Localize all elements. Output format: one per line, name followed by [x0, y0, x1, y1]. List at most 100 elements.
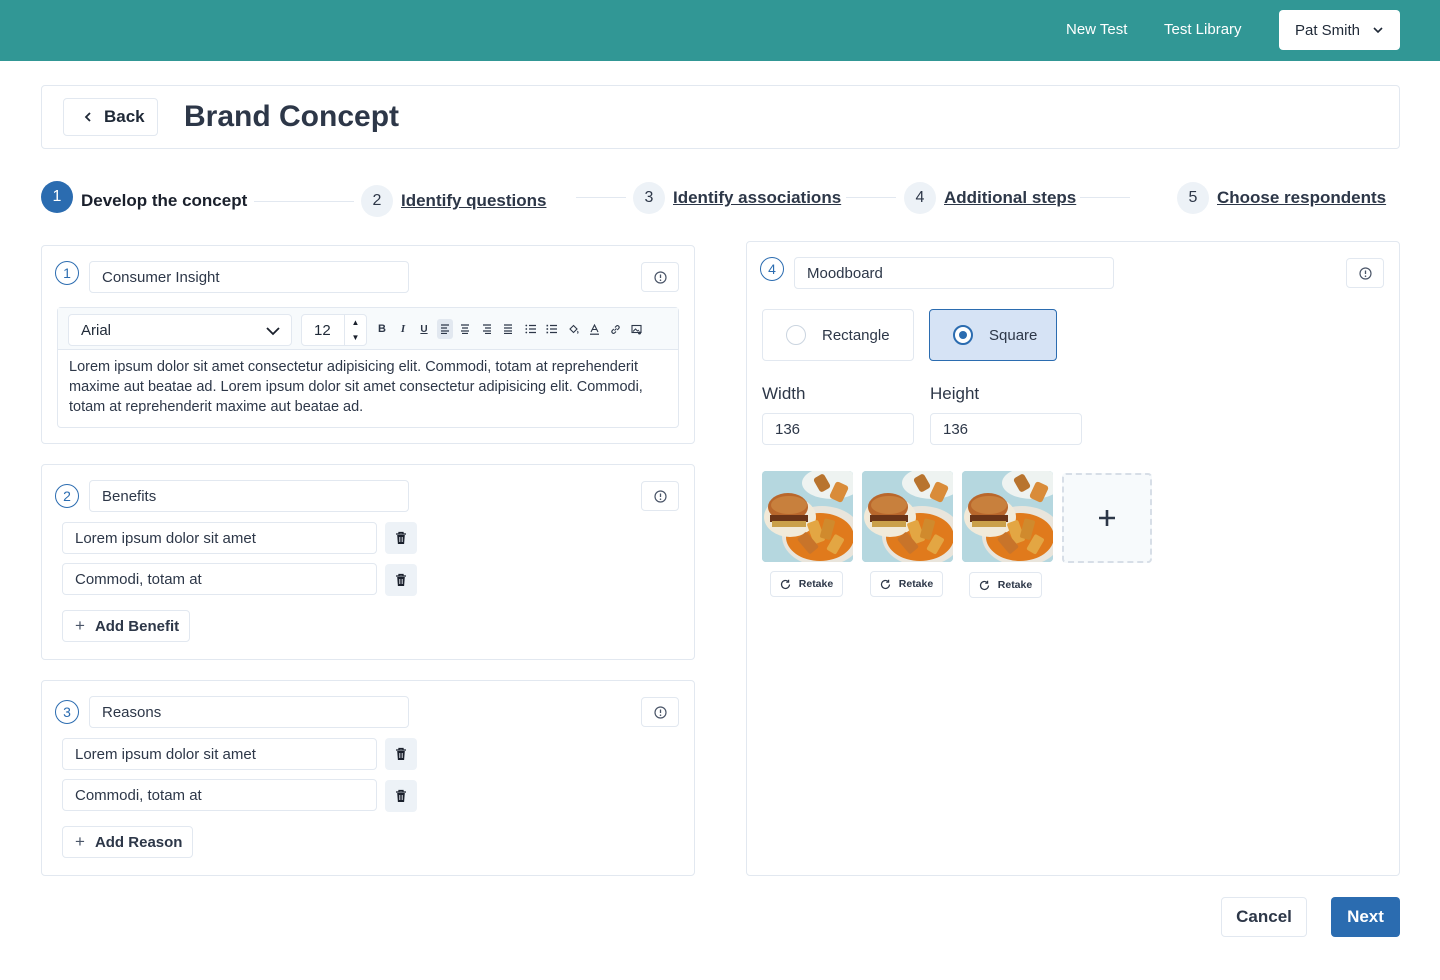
italic-icon[interactable]: I: [395, 320, 411, 338]
info-icon: [653, 705, 667, 719]
info-button[interactable]: [641, 697, 679, 727]
back-button[interactable]: Back: [63, 98, 158, 136]
retake-label: Retake: [997, 579, 1033, 591]
delete-reason-button[interactable]: [385, 780, 417, 812]
step-3[interactable]: 3 Identify associations: [633, 182, 841, 214]
nav-test-library-link[interactable]: Test Library: [1164, 21, 1242, 38]
delete-reason-button[interactable]: [385, 738, 417, 770]
link-icon[interactable]: [607, 320, 623, 338]
retake-button[interactable]: Retake: [770, 571, 843, 597]
section-number: 3: [55, 700, 79, 724]
step-2[interactable]: 2 Identify questions: [361, 185, 546, 217]
trash-icon: [396, 573, 406, 586]
retake-label: Retake: [898, 578, 934, 590]
retake-button[interactable]: Retake: [969, 572, 1042, 598]
add-reason-label: Add Reason: [94, 833, 183, 851]
step-connector: [1080, 197, 1130, 198]
image-icon[interactable]: [628, 320, 644, 338]
step-connector: [576, 197, 626, 198]
step-5[interactable]: 5 Choose respondents: [1177, 182, 1386, 214]
section-title-input[interactable]: Consumer Insight: [89, 261, 409, 293]
plus-icon: +: [75, 616, 85, 635]
step-number: 3: [633, 182, 665, 214]
width-input[interactable]: 136: [762, 413, 914, 445]
increment-icon[interactable]: ▲: [345, 315, 366, 330]
section-title-input[interactable]: Reasons: [89, 696, 409, 728]
fill-color-icon[interactable]: [565, 320, 581, 338]
delete-benefit-button[interactable]: [385, 564, 417, 596]
page-header: Back Brand Concept: [41, 85, 1400, 149]
underline-icon[interactable]: U: [416, 320, 432, 338]
benefit-input[interactable]: Commodi, totam at: [62, 563, 377, 595]
food-photo-icon: [962, 471, 1053, 562]
align-justify-icon[interactable]: [500, 320, 516, 338]
editor-toolbar: Arial 12 ▲ ▼ B I U: [58, 308, 678, 350]
step-1: 1 Develop the concept: [41, 181, 247, 213]
benefit-input[interactable]: Lorem ipsum dolor sit amet: [62, 522, 377, 554]
decrement-icon[interactable]: ▼: [345, 330, 366, 345]
step-label[interactable]: Identify associations: [673, 188, 841, 208]
reason-input[interactable]: Commodi, totam at: [62, 779, 377, 811]
moodboard-image[interactable]: [962, 471, 1053, 562]
section-title-input[interactable]: Moodboard: [794, 257, 1114, 289]
height-input[interactable]: 136: [930, 413, 1082, 445]
align-right-icon[interactable]: [479, 320, 495, 338]
info-icon: [1358, 266, 1372, 280]
step-label[interactable]: Identify questions: [401, 191, 546, 211]
step-label[interactable]: Choose respondents: [1217, 188, 1386, 208]
font-size-input[interactable]: 12 ▲ ▼: [301, 314, 367, 346]
rich-text-editor[interactable]: Arial 12 ▲ ▼ B I U Lorem ipsum dolor sit…: [57, 307, 679, 428]
moodboard-image[interactable]: [862, 471, 953, 562]
step-label: Develop the concept: [81, 191, 248, 210]
shape-option-label: Rectangle: [822, 326, 890, 344]
step-number: 4: [904, 182, 936, 214]
add-benefit-button[interactable]: + Add Benefit: [62, 610, 191, 642]
add-image-button[interactable]: [1062, 473, 1152, 563]
trash-icon: [396, 531, 406, 544]
user-menu-button[interactable]: Pat Smith: [1279, 10, 1400, 50]
section-title-input[interactable]: Benefits: [89, 480, 409, 512]
benefits-card: 2 Benefits Lorem ipsum dolor sit amet Co…: [41, 464, 695, 660]
section-number: 2: [55, 484, 79, 508]
font-size-value: 12: [314, 321, 331, 339]
info-button[interactable]: [641, 481, 679, 511]
text-color-icon[interactable]: [586, 320, 602, 338]
editor-content[interactable]: Lorem ipsum dolor sit amet consectetur a…: [69, 357, 669, 417]
section-number: 4: [760, 257, 784, 281]
nav-new-test-link[interactable]: New Test: [1066, 21, 1127, 38]
back-label: Back: [104, 107, 145, 126]
radio-button-selected[interactable]: [953, 325, 973, 345]
ordered-list-icon[interactable]: [522, 320, 538, 338]
shape-option-rectangle[interactable]: Rectangle: [762, 309, 914, 361]
font-family-select[interactable]: Arial: [68, 314, 292, 346]
retake-button[interactable]: Retake: [870, 571, 943, 597]
radio-button[interactable]: [786, 325, 806, 345]
trash-icon: [396, 789, 406, 802]
unordered-list-icon[interactable]: [543, 320, 559, 338]
info-button[interactable]: [1346, 258, 1384, 288]
section-number: 1: [55, 261, 79, 285]
bold-icon[interactable]: B: [374, 320, 390, 338]
align-left-icon[interactable]: [437, 319, 453, 339]
add-reason-button[interactable]: + Add Reason: [62, 826, 194, 858]
food-photo-icon: [862, 471, 953, 562]
shape-option-square[interactable]: Square: [929, 309, 1057, 361]
step-number: 5: [1177, 182, 1209, 214]
cancel-button[interactable]: Cancel: [1221, 897, 1307, 937]
align-center-icon[interactable]: [457, 320, 473, 338]
chevron-down-icon: [1373, 27, 1383, 34]
width-label: Width: [762, 384, 806, 403]
step-4[interactable]: 4 Additional steps: [904, 182, 1076, 214]
step-label[interactable]: Additional steps: [944, 188, 1076, 208]
reason-input[interactable]: Lorem ipsum dolor sit amet: [62, 738, 377, 770]
refresh-icon: [880, 579, 890, 589]
trash-icon: [396, 747, 406, 760]
moodboard-card: 4 Moodboard Rectangle Square Width Heigh…: [746, 241, 1400, 876]
moodboard-image[interactable]: [762, 471, 853, 562]
step-connector: [254, 201, 354, 202]
font-size-stepper[interactable]: ▲ ▼: [344, 315, 366, 345]
reasons-card: 3 Reasons Lorem ipsum dolor sit amet Com…: [41, 680, 695, 876]
info-button[interactable]: [641, 262, 679, 292]
next-button[interactable]: Next: [1331, 897, 1400, 937]
delete-benefit-button[interactable]: [385, 522, 417, 554]
